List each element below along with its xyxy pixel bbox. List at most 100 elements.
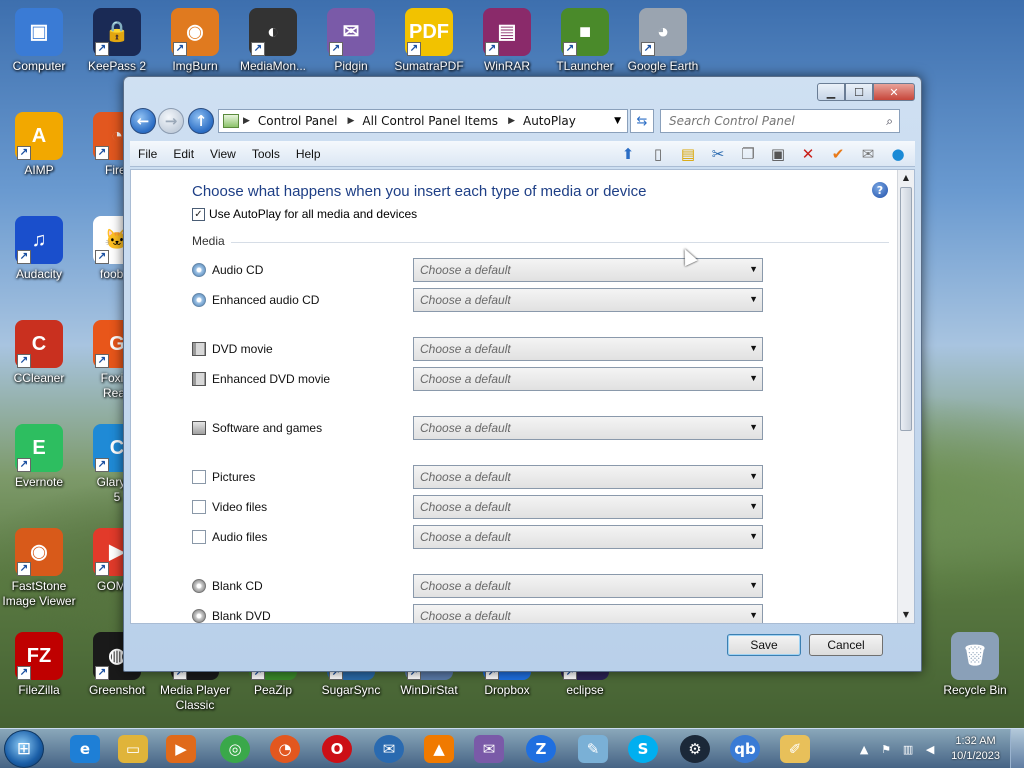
pane-icon[interactable]: ▯: [647, 143, 669, 165]
vlc-icon[interactable]: ▲: [424, 735, 454, 763]
default-select-blank-dvd[interactable]: Choose a default ▼: [413, 604, 763, 623]
window-controls: ▁ ☐ ✕: [817, 83, 915, 101]
desktop-icon-audacity[interactable]: ♫ ↗ Audacity: [0, 216, 78, 282]
copy-icon[interactable]: ❐: [737, 143, 759, 165]
desktop-icon-winrar[interactable]: ▤ ↗ WinRAR: [468, 8, 546, 74]
dvd-icon: [192, 342, 206, 356]
default-select-enhanced-dvd-movie[interactable]: Choose a default ▼: [413, 367, 763, 391]
volume-icon[interactable]: ◀: [922, 741, 938, 757]
explorer-icon[interactable]: ▭: [118, 735, 148, 763]
desktop-icon-computer[interactable]: ▣ Computer: [0, 8, 78, 74]
desktop-icon-evernote[interactable]: E ↗ Evernote: [0, 424, 78, 490]
search-input[interactable]: [669, 114, 869, 128]
breadcrumb-all-items[interactable]: ▶ All Control Panel Items: [348, 114, 499, 128]
menu-help[interactable]: Help: [288, 147, 329, 161]
folder-options-icon[interactable]: ▤: [677, 143, 699, 165]
qbittorrent-icon[interactable]: qb: [730, 735, 760, 763]
default-select-dvd-movie[interactable]: Choose a default ▼: [413, 337, 763, 361]
select-value: Choose a default: [420, 342, 511, 356]
desktop-icon-sumatrapdf[interactable]: PDF ↗ SumatraPDF: [390, 8, 468, 74]
search-box[interactable]: ⌕: [660, 109, 900, 133]
shell-icon[interactable]: ●: [887, 143, 909, 165]
desktop-icon-filezilla[interactable]: FZ ↗ FileZilla: [0, 632, 78, 698]
delete-icon[interactable]: ✕: [797, 143, 819, 165]
show-desktop-button[interactable]: [1010, 729, 1024, 768]
media-row-software-and-games: Software and games Choose a default ▼: [192, 416, 772, 440]
media-row-dvd-movie: DVD movie Choose a default ▼: [192, 337, 772, 361]
default-select-audio-files[interactable]: Choose a default ▼: [413, 525, 763, 549]
desktop-icon-faststone-image-viewer[interactable]: ◉ ↗ FastStone Image Viewer: [0, 528, 78, 609]
zotero-icon[interactable]: Z: [526, 735, 556, 763]
default-select-blank-cd[interactable]: Choose a default ▼: [413, 574, 763, 598]
content-pane: Choose what happens when you insert each…: [130, 169, 915, 624]
default-select-software-and-games[interactable]: Choose a default ▼: [413, 416, 763, 440]
use-autoplay-row[interactable]: ✓ Use AutoPlay for all media and devices: [192, 207, 417, 221]
thunderbird-icon[interactable]: ✉: [374, 735, 404, 763]
cut-icon[interactable]: ✂: [707, 143, 729, 165]
desktop-icon-imgburn[interactable]: ◉ ↗ ImgBurn: [156, 8, 234, 74]
paste-icon[interactable]: ▣: [767, 143, 789, 165]
desktop-icon-label: AIMP: [24, 163, 54, 177]
breadcrumb-autoplay[interactable]: ▶ AutoPlay: [508, 114, 576, 128]
ie-icon[interactable]: e: [70, 735, 100, 763]
back-button[interactable]: ←: [130, 108, 156, 134]
desktop-icon-ccleaner[interactable]: C ↗ CCleaner: [0, 320, 78, 386]
refresh-button[interactable]: ⇆: [630, 109, 654, 133]
desktop-icon-aimp[interactable]: A ↗ AIMP: [0, 112, 78, 178]
default-select-audio-cd[interactable]: Choose a default ▼: [413, 258, 763, 282]
shortcut-arrow-icon: ↗: [563, 42, 577, 56]
firefox-icon[interactable]: ◔: [270, 735, 300, 763]
menu-file[interactable]: File: [130, 147, 165, 161]
search-icon[interactable]: ⌕: [886, 114, 893, 129]
menu-tools[interactable]: Tools: [244, 147, 288, 161]
help-icon[interactable]: ?: [872, 182, 888, 198]
desktop-icon-google-earth[interactable]: ◕ ↗ Google Earth: [624, 8, 702, 74]
close-button[interactable]: ✕: [873, 83, 915, 101]
default-select-video-files[interactable]: Choose a default ▼: [413, 495, 763, 519]
minimize-button[interactable]: ▁: [817, 83, 845, 101]
pidgin-icon[interactable]: ✉: [474, 735, 504, 763]
chrome-icon[interactable]: ◎: [220, 735, 250, 763]
check-icon[interactable]: ✔: [827, 143, 849, 165]
use-autoplay-checkbox[interactable]: ✓: [192, 207, 205, 221]
notepad-icon[interactable]: ✎: [578, 735, 608, 763]
menu-view[interactable]: View: [202, 147, 244, 161]
network-icon[interactable]: ▥: [900, 741, 916, 757]
app-icon: 🔒 ↗: [93, 8, 141, 56]
use-autoplay-label: Use AutoPlay for all media and devices: [209, 207, 418, 221]
cancel-button[interactable]: Cancel: [809, 634, 883, 656]
start-button[interactable]: ⊞: [4, 730, 44, 768]
tray-expand-icon[interactable]: ▲: [856, 741, 872, 757]
scroll-down-icon[interactable]: ▼: [898, 607, 914, 623]
breadcrumb-control-panel[interactable]: ▶ Control Panel: [243, 114, 338, 128]
paint-icon[interactable]: ✐: [780, 735, 810, 763]
steam-icon[interactable]: ⚙: [680, 735, 710, 763]
up-arrow-icon[interactable]: ⬆: [617, 143, 639, 165]
desktop-icon-recycle-bin[interactable]: 🗑 Recycle Bin: [936, 632, 1014, 698]
scroll-thumb[interactable]: [900, 187, 912, 431]
desktop-icon-tlauncher[interactable]: ■ ↗ TLauncher: [546, 8, 624, 74]
opera-icon[interactable]: O: [322, 735, 352, 763]
default-select-pictures[interactable]: Choose a default ▼: [413, 465, 763, 489]
select-value: Choose a default: [420, 609, 511, 623]
clock[interactable]: 1:32 AM 10/1/2023: [951, 734, 1000, 764]
scroll-up-icon[interactable]: ▲: [898, 170, 914, 186]
properties-icon[interactable]: ✉: [857, 143, 879, 165]
menu-edit[interactable]: Edit: [165, 147, 202, 161]
default-select-enhanced-audio-cd[interactable]: Choose a default ▼: [413, 288, 763, 312]
forward-button[interactable]: →: [158, 108, 184, 134]
save-button[interactable]: Save: [727, 634, 801, 656]
desktop-icon-pidgin[interactable]: ✉ ↗ Pidgin: [312, 8, 390, 74]
address-bar[interactable]: ▶ Control Panel ▶ All Control Panel Items …: [218, 109, 628, 133]
skype-icon[interactable]: S: [628, 735, 658, 763]
desktop-icon-mediamon[interactable]: ◐ ↗ MediaMon...: [234, 8, 312, 74]
desktop-icon-keepass-2[interactable]: 🔒 ↗ KeePass 2: [78, 8, 156, 74]
maximize-button[interactable]: ☐: [845, 83, 873, 101]
media-row-blank-cd: Blank CD Choose a default ▼: [192, 574, 772, 598]
vertical-scrollbar[interactable]: ▲ ▼: [897, 170, 914, 623]
action-center-icon[interactable]: ⚑: [878, 741, 894, 757]
address-dropdown-icon[interactable]: ▼: [614, 116, 621, 126]
shortcut-arrow-icon: ↗: [95, 458, 109, 472]
media-player-icon[interactable]: ▶: [166, 735, 196, 763]
up-button[interactable]: ↑: [188, 108, 214, 134]
